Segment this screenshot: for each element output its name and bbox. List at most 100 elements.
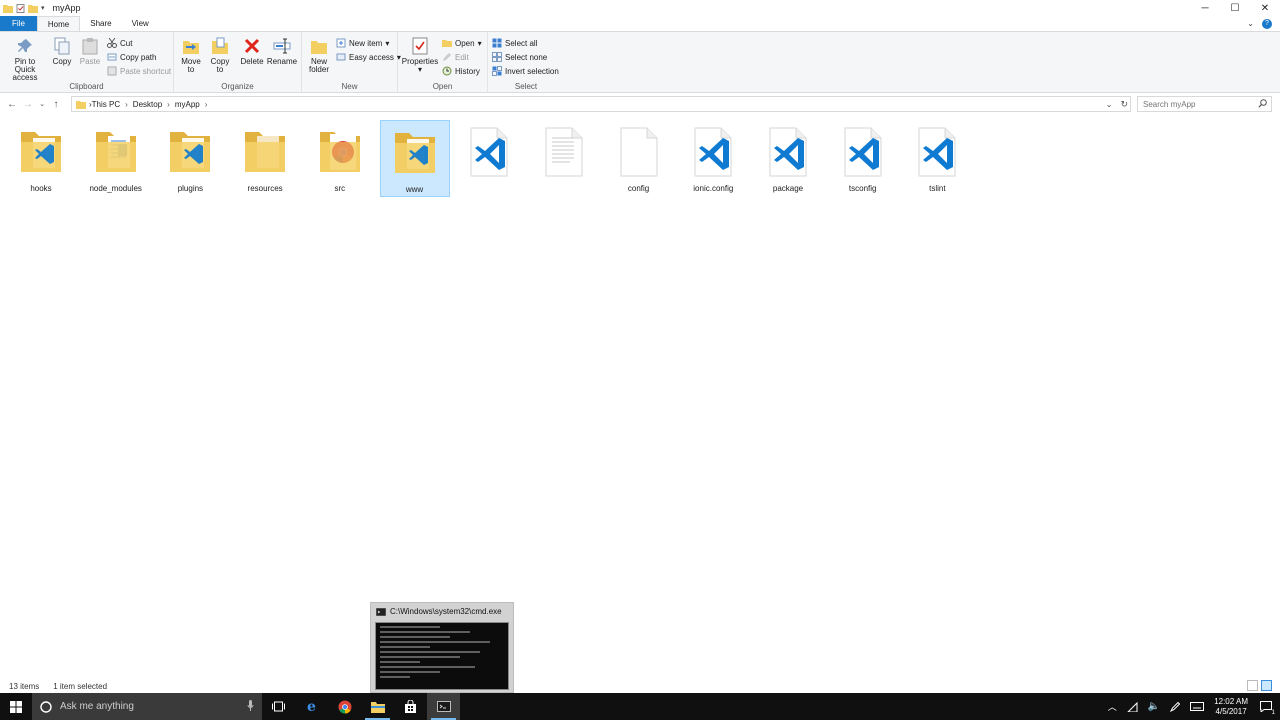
taskbar-store[interactable] bbox=[394, 693, 427, 720]
file-item[interactable] bbox=[454, 120, 524, 197]
file-item[interactable]: node_modules bbox=[81, 120, 151, 197]
window-title: myApp bbox=[52, 3, 81, 13]
copy-path-button[interactable]: Copy path bbox=[107, 51, 156, 63]
forward-button[interactable]: → bbox=[20, 96, 36, 112]
arrow-right-icon: → bbox=[23, 98, 33, 110]
expand-ribbon-icon[interactable]: ⌄ bbox=[1247, 19, 1254, 28]
invert-selection-button[interactable]: Invert selection bbox=[492, 65, 559, 77]
refresh-icon[interactable]: ↻ bbox=[1120, 99, 1128, 110]
file-name: tsconfig bbox=[848, 184, 877, 193]
history-label: History bbox=[455, 66, 480, 76]
text-file-icon bbox=[534, 122, 594, 182]
new-item-label: New item bbox=[349, 38, 383, 48]
volume-icon[interactable]: 🔈 bbox=[1148, 701, 1160, 712]
recent-locations-button[interactable]: ⌄ bbox=[36, 96, 48, 112]
file-item[interactable]: tslint bbox=[902, 120, 972, 197]
file-item[interactable]: hooks bbox=[6, 120, 76, 197]
edge-icon: e bbox=[307, 698, 316, 715]
clock-date: 4/5/2017 bbox=[1215, 706, 1247, 716]
close-button[interactable]: ✕ bbox=[1250, 0, 1280, 16]
scissors-icon bbox=[107, 38, 117, 48]
taskbar-file-explorer[interactable] bbox=[361, 693, 394, 720]
select-none-icon bbox=[492, 52, 502, 62]
vscode-file-icon bbox=[683, 122, 743, 182]
up-button[interactable]: ↑ bbox=[48, 96, 64, 112]
file-item[interactable]: src bbox=[305, 120, 375, 197]
new-folder-icon bbox=[311, 41, 327, 54]
new-item-button[interactable]: New item ▾ bbox=[336, 37, 389, 49]
easy-access-button[interactable]: Easy access ▾ bbox=[336, 51, 401, 63]
taskbar-edge[interactable]: e bbox=[295, 693, 328, 720]
copy-to-button[interactable]: Copy to bbox=[207, 36, 233, 74]
move-to-button[interactable]: Move to bbox=[178, 36, 204, 74]
copy-to-icon bbox=[212, 37, 228, 54]
details-view-button[interactable] bbox=[1247, 680, 1258, 691]
start-button[interactable] bbox=[0, 693, 32, 720]
edit-icon bbox=[443, 53, 451, 61]
copy-to-label: Copy to bbox=[210, 57, 230, 74]
file-item[interactable]: ionic.config bbox=[678, 120, 748, 197]
select-all-button[interactable]: Select all bbox=[492, 37, 537, 49]
properties-icon[interactable] bbox=[16, 3, 25, 13]
keyboard-icon[interactable] bbox=[1190, 702, 1205, 711]
file-item[interactable]: resources bbox=[230, 120, 300, 197]
taskbar-thumbnail-preview[interactable]: C:\Windows\system32\cmd.exe bbox=[370, 602, 514, 693]
paste-button[interactable]: Paste bbox=[78, 36, 102, 66]
cortana-search-box[interactable]: Ask me anything bbox=[32, 693, 262, 720]
select-none-button[interactable]: Select none bbox=[492, 51, 547, 63]
cut-button[interactable]: Cut bbox=[107, 37, 132, 49]
vscode-file-icon bbox=[833, 122, 893, 182]
rename-button[interactable]: Rename bbox=[267, 36, 297, 66]
maximize-button[interactable]: ☐ bbox=[1220, 0, 1250, 16]
delete-button[interactable]: Delete bbox=[238, 36, 266, 66]
copy-path-label: Copy path bbox=[120, 52, 157, 62]
file-item[interactable] bbox=[529, 120, 599, 197]
file-name: www bbox=[405, 185, 424, 194]
new-folder-button[interactable]: New folder bbox=[306, 36, 332, 74]
file-item[interactable]: www bbox=[379, 120, 450, 197]
chrome-icon bbox=[338, 700, 351, 713]
edit-button[interactable]: Edit bbox=[442, 51, 469, 63]
taskbar-cmd[interactable] bbox=[427, 693, 460, 720]
customize-quick-access-icon[interactable]: ▾ bbox=[41, 4, 45, 12]
minimize-button[interactable]: ─ bbox=[1190, 0, 1220, 16]
back-button[interactable]: ← bbox=[4, 96, 20, 112]
pin-to-quick-access-button[interactable]: Pin to Quick access bbox=[4, 36, 46, 82]
breadcrumb-desktop[interactable]: Desktop › bbox=[133, 100, 175, 109]
paste-shortcut-button[interactable]: Paste shortcut bbox=[107, 65, 171, 77]
search-box[interactable] bbox=[1137, 96, 1272, 112]
tab-file[interactable]: File bbox=[0, 16, 37, 31]
tab-share[interactable]: Share bbox=[80, 16, 121, 31]
search-input[interactable] bbox=[1143, 99, 1253, 109]
microphone-icon[interactable] bbox=[247, 700, 254, 712]
notification-count: 1 bbox=[1271, 709, 1275, 716]
open-button[interactable]: Open ▾ bbox=[442, 37, 482, 49]
copy-button[interactable]: Copy bbox=[50, 36, 74, 66]
select-group: Select all Select none Invert selection … bbox=[488, 32, 564, 93]
file-item[interactable]: package bbox=[753, 120, 823, 197]
large-icons-view-button[interactable] bbox=[1261, 680, 1272, 691]
breadcrumb-this-pc[interactable]: This PC › bbox=[92, 100, 133, 109]
dropdown-arrow-icon: ▾ bbox=[417, 65, 422, 74]
file-item[interactable]: config bbox=[604, 120, 674, 197]
file-item[interactable]: tsconfig bbox=[828, 120, 898, 197]
wifi-icon[interactable] bbox=[1127, 701, 1138, 712]
new-folder-icon[interactable] bbox=[28, 4, 38, 13]
breadcrumb-myapp[interactable]: myApp › bbox=[175, 100, 213, 109]
clock[interactable]: 12:02 AM 4/5/2017 bbox=[1214, 697, 1248, 717]
store-bag-icon bbox=[405, 700, 416, 713]
taskbar-chrome[interactable] bbox=[328, 693, 361, 720]
action-center-button[interactable]: 1 bbox=[1258, 699, 1275, 716]
history-button[interactable]: History bbox=[442, 65, 480, 77]
pen-icon[interactable] bbox=[1170, 701, 1181, 712]
help-icon[interactable]: ? bbox=[1262, 18, 1272, 29]
address-bar[interactable]: › This PC › Desktop › myApp › ⌄ ↻ bbox=[71, 96, 1131, 112]
properties-button[interactable]: Properties ▾ bbox=[402, 36, 438, 74]
tab-home[interactable]: Home bbox=[36, 16, 81, 31]
address-dropdown-icon[interactable]: ⌄ bbox=[1106, 100, 1113, 109]
system-tray: ︿ 🔈 12:02 AM 4/5/2017 1 bbox=[1108, 693, 1280, 720]
show-hidden-icons-icon[interactable]: ︿ bbox=[1108, 700, 1117, 713]
file-item[interactable]: plugins bbox=[155, 120, 225, 197]
task-view-button[interactable] bbox=[262, 693, 295, 720]
tab-view[interactable]: View bbox=[122, 16, 159, 31]
